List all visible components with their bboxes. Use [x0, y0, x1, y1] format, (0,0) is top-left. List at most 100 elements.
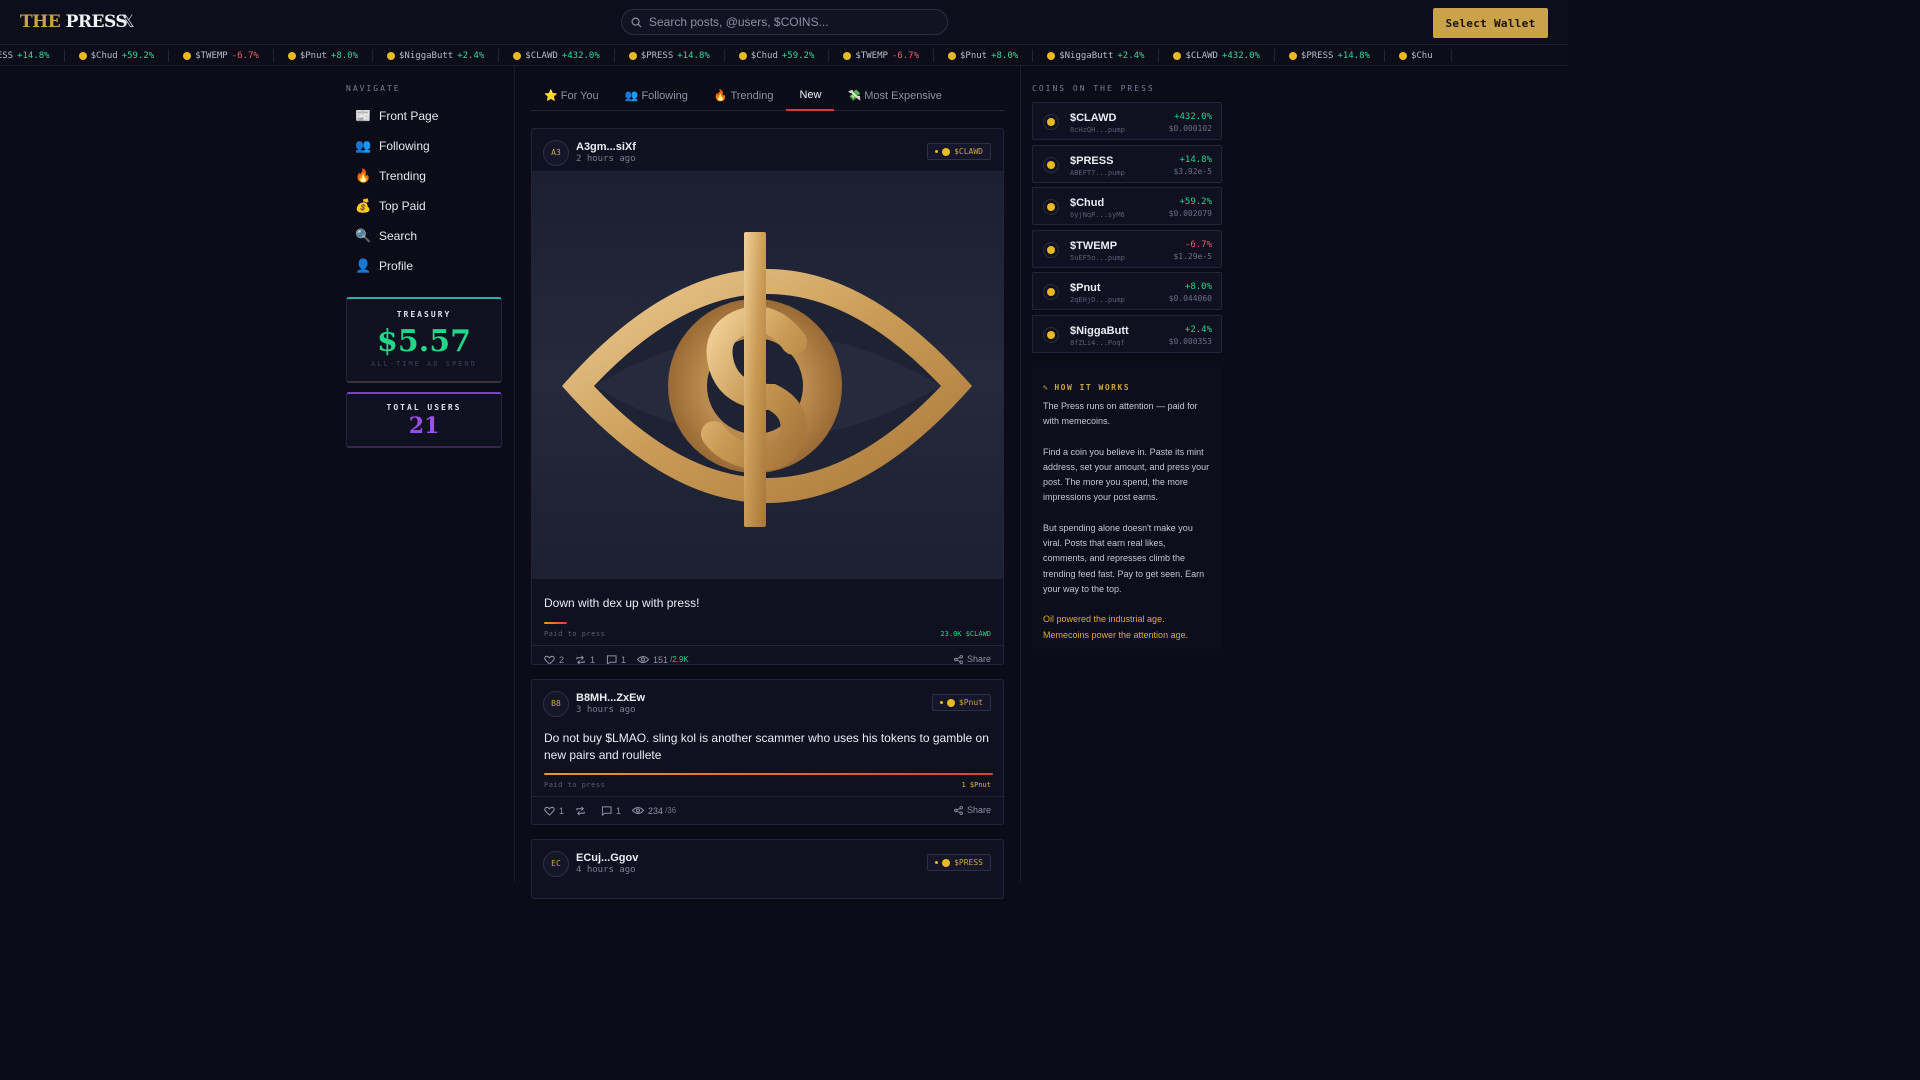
ticker-symbol: $Pnut — [960, 50, 988, 61]
nav-item-profile[interactable]: 👤 Profile — [346, 251, 502, 281]
ticker-symbol: $PRESS — [1300, 50, 1334, 61]
share-button[interactable]: Share — [954, 654, 991, 664]
tab-trending[interactable]: 🔥 Trending — [701, 83, 787, 111]
like-button[interactable]: 2 — [544, 655, 564, 664]
coin-address: ABEFT7...pump — [1070, 168, 1125, 177]
coin-card[interactable]: $TWEMP 5uEF5o...pump -6.7% $1.29e-5 — [1032, 229, 1222, 268]
post-card[interactable]: B8 B8MH...ZxEw 3 hours ago $Pnut Do not … — [531, 679, 1004, 825]
comment-count: 1 — [621, 654, 627, 665]
ticker-item[interactable]: PRESS+14.8% — [0, 49, 65, 62]
ticker-item[interactable]: $NiggaButt +2.4% — [1033, 49, 1160, 62]
ticker-item[interactable]: $CLAWD +432.0% — [1159, 49, 1275, 62]
coin-card[interactable]: $PRESS ABEFT7...pump +14.8% $3.92e-5 — [1032, 144, 1222, 183]
search-icon — [631, 17, 642, 28]
ticker-item[interactable]: $Pnut +8.0% — [934, 49, 1034, 62]
ticker-item[interactable]: $Pnut +8.0% — [274, 49, 374, 62]
post-time: 4 hours ago — [576, 865, 636, 875]
post-card[interactable]: EC ECuj...Ggov 4 hours ago $PRESS — [531, 839, 1004, 899]
ticker-symbol: $Pnut — [299, 50, 327, 61]
tab-most-expensive[interactable]: 💸 Most Expensive — [834, 83, 954, 111]
ticker-change: +59.2% — [781, 50, 815, 61]
eye-icon — [637, 655, 650, 664]
nav-item-trending[interactable]: 🔥 Trending — [346, 161, 502, 191]
nav-item-following[interactable]: 👥 Following — [346, 131, 502, 161]
coin-card[interactable]: $Pnut 2qEHjD...pump +8.0% $0.044060 — [1032, 272, 1222, 310]
how-paragraph: But spending alone doesn't make you vira… — [1043, 522, 1205, 594]
coin-card[interactable]: $CLAWD 8cHzQH...pump +432.0% $0.000102 — [1032, 102, 1222, 140]
coin-address: 8fZLi4...Poqf — [1070, 338, 1125, 347]
site-logo[interactable]: THE PRESS — [20, 12, 128, 32]
avatar[interactable]: B8 — [543, 691, 569, 717]
coin-card[interactable]: $Chud 6yjNqP...syM6 +59.2% $0.002079 — [1032, 187, 1222, 225]
ticker-change: +14.8% — [1337, 50, 1370, 61]
repost-button[interactable]: 1 — [575, 655, 595, 664]
newspaper-icon: 📰 — [355, 108, 372, 123]
ticker-symbol: $TWEMP — [855, 50, 888, 61]
logo-press: PRESS — [65, 12, 128, 32]
nav-list: 📰 Front Page 👥 Following 🔥 Trending 💰 Top Pa… — [346, 101, 502, 281]
coin-icon — [78, 51, 87, 60]
nav-item-top-paid[interactable]: 💰 Top Paid — [346, 191, 502, 221]
tab-following[interactable]: 👥 Following — [612, 83, 701, 111]
views-stat: 234/36 — [632, 806, 676, 816]
ticker-item[interactable]: $CLAWD +432.0% — [499, 49, 615, 62]
share-label: Share — [966, 805, 991, 815]
search-input[interactable] — [649, 13, 939, 31]
paid-label: Paid to press — [544, 630, 606, 638]
tab-new[interactable]: New — [786, 83, 835, 111]
ticker-item[interactable]: $Chu — [1385, 49, 1452, 62]
treasury-value: $5.57 — [377, 324, 471, 359]
coin-icon — [738, 51, 747, 60]
share-button[interactable]: Share — [954, 805, 991, 815]
coin-card[interactable]: $NiggaButt 8fZLi4...Poqf +2.4% $0.000353 — [1032, 314, 1222, 353]
ticker-item[interactable]: $TWEMP -6.7% — [829, 49, 934, 62]
coin-badge[interactable]: $PRESS — [927, 854, 991, 871]
coin-icon — [1043, 156, 1059, 173]
ticker-item[interactable]: $Chud +59.2% — [65, 49, 170, 62]
post-text: Down with dex up with press! — [544, 596, 700, 610]
coin-address: 5uEF5o...pump — [1070, 253, 1125, 262]
comment-icon — [606, 654, 617, 664]
coin-icon — [843, 51, 852, 60]
comment-button[interactable]: 1 — [606, 654, 627, 665]
ticker-item[interactable]: $TWEMP -6.7% — [169, 49, 274, 62]
avatar[interactable]: A3 — [543, 140, 569, 166]
ticker-change: +432.0% — [561, 50, 600, 61]
post-header: B8 B8MH...ZxEw 3 hours ago $Pnut — [532, 680, 1003, 722]
share-label: Share — [966, 654, 991, 664]
how-paragraph: The Press runs on attention — paid for w… — [1043, 401, 1198, 427]
ticker-change: +2.4% — [1117, 50, 1145, 61]
nav-item-front-page[interactable]: 📰 Front Page — [346, 101, 502, 131]
coin-price: $0.002079 — [1168, 209, 1212, 218]
repost-button[interactable] — [575, 806, 590, 816]
post-author[interactable]: B8MH...ZxEw — [576, 692, 645, 704]
avatar[interactable]: EC — [543, 851, 569, 877]
search-bar[interactable] — [621, 9, 948, 35]
post-author[interactable]: ECuj...Ggov — [576, 852, 638, 864]
ticker-symbol: $TWEMP — [195, 50, 228, 61]
post-time: 3 hours ago — [576, 705, 636, 715]
coin-badge[interactable]: $CLAWD — [927, 143, 991, 160]
comment-button[interactable]: 1 — [601, 806, 621, 816]
nav-item-search[interactable]: 🔍 Search — [346, 221, 502, 251]
eye-icon — [632, 806, 645, 815]
coin-icon — [1398, 51, 1407, 60]
like-button[interactable]: 1 — [544, 806, 564, 816]
ticker-symbol: $NiggaButt — [399, 50, 454, 61]
coin-icon — [1043, 199, 1059, 215]
select-wallet-button[interactable]: Select Wallet — [1433, 8, 1548, 38]
nav-item-label: Top Paid — [379, 199, 426, 213]
coin-badge[interactable]: $Pnut — [931, 694, 991, 711]
tab-for-you[interactable]: ⭐ For You — [531, 83, 612, 111]
ticker-item[interactable]: $PRESS +14.8% — [1275, 49, 1385, 62]
post-card[interactable]: A3 A3gm...siXf 2 hours ago $CLAWD Down w… — [531, 128, 1004, 665]
ticker-item[interactable]: $NiggaButt +2.4% — [373, 49, 500, 62]
ticker-symbol: $Chud — [90, 50, 118, 61]
ticker-item[interactable]: $PRESS +14.8% — [615, 49, 725, 62]
post-author[interactable]: A3gm...siXf — [576, 141, 636, 153]
post-image[interactable] — [532, 171, 1003, 579]
coin-change: +59.2% — [1179, 197, 1212, 207]
ticker-item[interactable]: $Chud +59.2% — [725, 49, 830, 62]
nav-item-label: Search — [379, 229, 418, 243]
x-logo-icon[interactable]: 𝕏 — [121, 12, 135, 32]
